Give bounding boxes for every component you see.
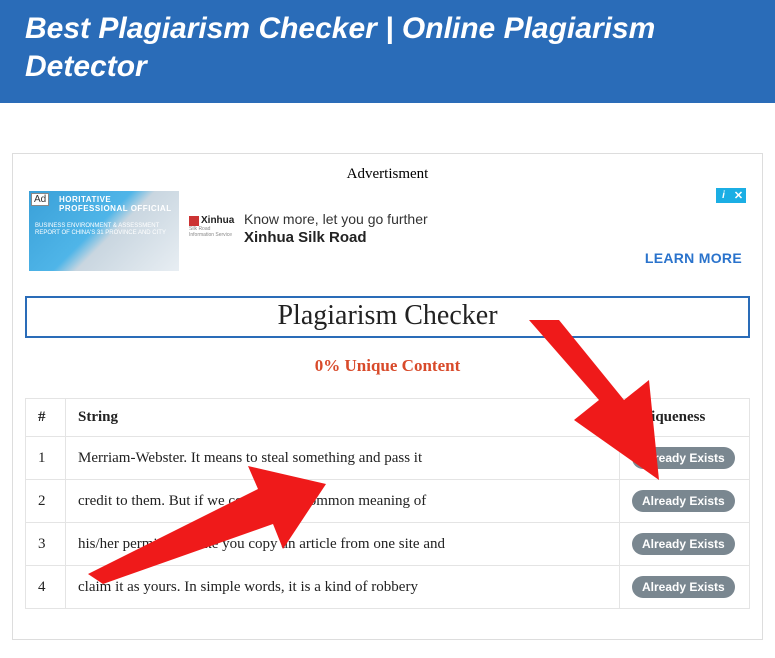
row-string: Merriam-Webster. It means to steal somet… [66, 437, 620, 480]
ad-logo-sub: Silk Road Information Service [189, 226, 234, 238]
row-uniqueness: Already Exists [620, 523, 750, 566]
status-badge-exists: Already Exists [632, 576, 735, 598]
table-row: 2 credit to them. But if we come to the … [26, 480, 750, 523]
ad-label: Advertisment [29, 166, 746, 183]
ad-logo: Xinhua Silk Road Information Service [189, 215, 234, 235]
section-title: Plagiarism Checker [27, 300, 748, 332]
table-row: 1 Merriam-Webster. It means to steal som… [26, 437, 750, 480]
row-number: 4 [26, 566, 66, 609]
content-frame: Advertisment i ✕ Ad HORITATIVE PROFESSIO… [12, 153, 763, 640]
table-row: 4 claim it as yours. In simple words, it… [26, 566, 750, 609]
ad-badge: Ad [31, 193, 49, 206]
ad-learn-more-link[interactable]: LEARN MORE [645, 250, 742, 266]
row-number: 3 [26, 523, 66, 566]
table-header-row: # String Uniqueness [26, 399, 750, 437]
status-badge-exists: Already Exists [632, 533, 735, 555]
ad-logo-text: Xinhua [201, 215, 234, 226]
row-uniqueness: Already Exists [620, 437, 750, 480]
adchoices-info-icon[interactable]: i [716, 188, 731, 203]
results-table: # String Uniqueness 1 Merriam-Webster. I… [25, 398, 750, 609]
ad-thumb-headline: HORITATIVE PROFESSIONAL OFFICIAL [59, 195, 175, 213]
col-string-header: String [66, 399, 620, 437]
col-uniqueness-header: Uniqueness [620, 399, 750, 437]
adchoices-icons[interactable]: i ✕ [716, 188, 746, 203]
ad-title: Xinhua Silk Road [244, 229, 428, 246]
row-string: claim it as yours. In simple words, it i… [66, 566, 620, 609]
row-string: credit to them. But if we come to the co… [66, 480, 620, 523]
ad-logo-icon [189, 216, 199, 226]
status-badge-exists: Already Exists [632, 490, 735, 512]
ad-thumbnail[interactable]: Ad HORITATIVE PROFESSIONAL OFFICIAL BUSI… [29, 191, 179, 271]
adchoices-close-icon[interactable]: ✕ [731, 188, 746, 203]
table-row: 3 his/her permission, like you copy an a… [26, 523, 750, 566]
section-title-box: Plagiarism Checker [25, 296, 750, 338]
ad-tagline: Know more, let you go further [244, 211, 428, 227]
row-uniqueness: Already Exists [620, 566, 750, 609]
ad-thumb-subtext: BUSINESS ENVIRONMENT & ASSESSMENT REPORT… [35, 223, 179, 236]
row-uniqueness: Already Exists [620, 480, 750, 523]
ad-copy[interactable]: Know more, let you go further Xinhua Sil… [244, 211, 428, 246]
page-header: Best Plagiarism Checker | Online Plagiar… [0, 0, 775, 103]
spacer [0, 103, 775, 153]
row-number: 1 [26, 437, 66, 480]
status-badge-exists: Already Exists [632, 447, 735, 469]
row-string: his/her permission, like you copy an art… [66, 523, 620, 566]
row-number: 2 [26, 480, 66, 523]
page-title: Best Plagiarism Checker | Online Plagiar… [25, 10, 750, 85]
uniqueness-summary: 0% Unique Content [21, 356, 754, 376]
col-number-header: # [26, 399, 66, 437]
advertisement-block: Advertisment i ✕ Ad HORITATIVE PROFESSIO… [21, 166, 754, 296]
